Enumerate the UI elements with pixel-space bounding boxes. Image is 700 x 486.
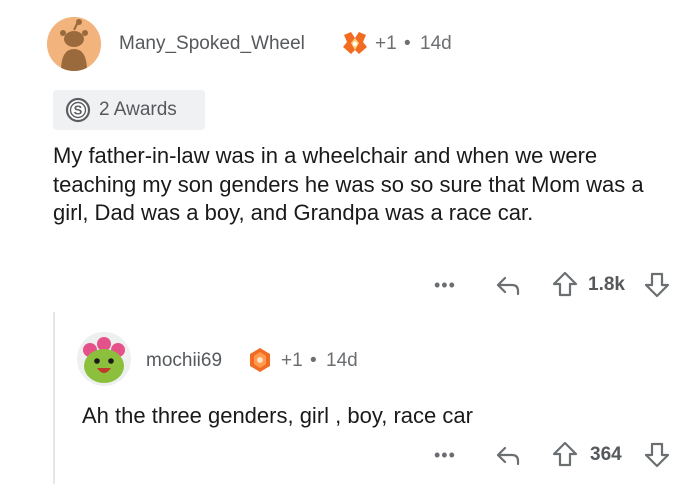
snoo-avatar-icon	[77, 332, 131, 386]
comment-actions: •••	[434, 270, 456, 300]
svg-text:S: S	[74, 103, 83, 118]
awards-label: 2 Awards	[99, 99, 177, 120]
comment-age: 14d	[420, 33, 452, 54]
vote-score: 1.8k	[588, 274, 625, 295]
username[interactable]: Many_Spoked_Wheel	[119, 33, 305, 55]
reply-username[interactable]: mochii69	[146, 350, 222, 372]
thread-line[interactable]	[53, 312, 55, 484]
reply-actions: •••	[434, 440, 456, 470]
upvote-icon[interactable]	[552, 440, 578, 468]
award-icon[interactable]	[341, 29, 369, 57]
reply-arrow-icon[interactable]	[494, 271, 522, 299]
awards-pill[interactable]: S 2 Awards	[53, 90, 205, 130]
reply-award-count: +1	[281, 350, 303, 371]
reply-arrow-icon[interactable]	[494, 441, 522, 469]
more-options-button[interactable]: •••	[434, 275, 456, 296]
reply-body: Ah the three genders, girl , boy, race c…	[82, 403, 473, 428]
reply-age: 14d	[326, 350, 358, 371]
reply-meta-separator: •	[310, 350, 317, 371]
meta-separator: •	[404, 33, 411, 54]
reply-more-options-button[interactable]: •••	[434, 445, 456, 466]
comment-body: My father-in-law was in a wheelchair and…	[53, 143, 644, 226]
award-count: +1	[375, 33, 397, 54]
award-icon[interactable]	[246, 346, 274, 374]
upvote-icon[interactable]	[552, 270, 578, 298]
downvote-icon[interactable]	[644, 441, 670, 469]
reply-avatar[interactable]	[77, 332, 131, 386]
snoo-avatar-icon	[47, 17, 101, 71]
avatar[interactable]	[47, 17, 101, 71]
silver-award-icon: S	[65, 97, 91, 123]
downvote-icon[interactable]	[644, 271, 670, 299]
reply-vote-score: 364	[590, 444, 622, 465]
